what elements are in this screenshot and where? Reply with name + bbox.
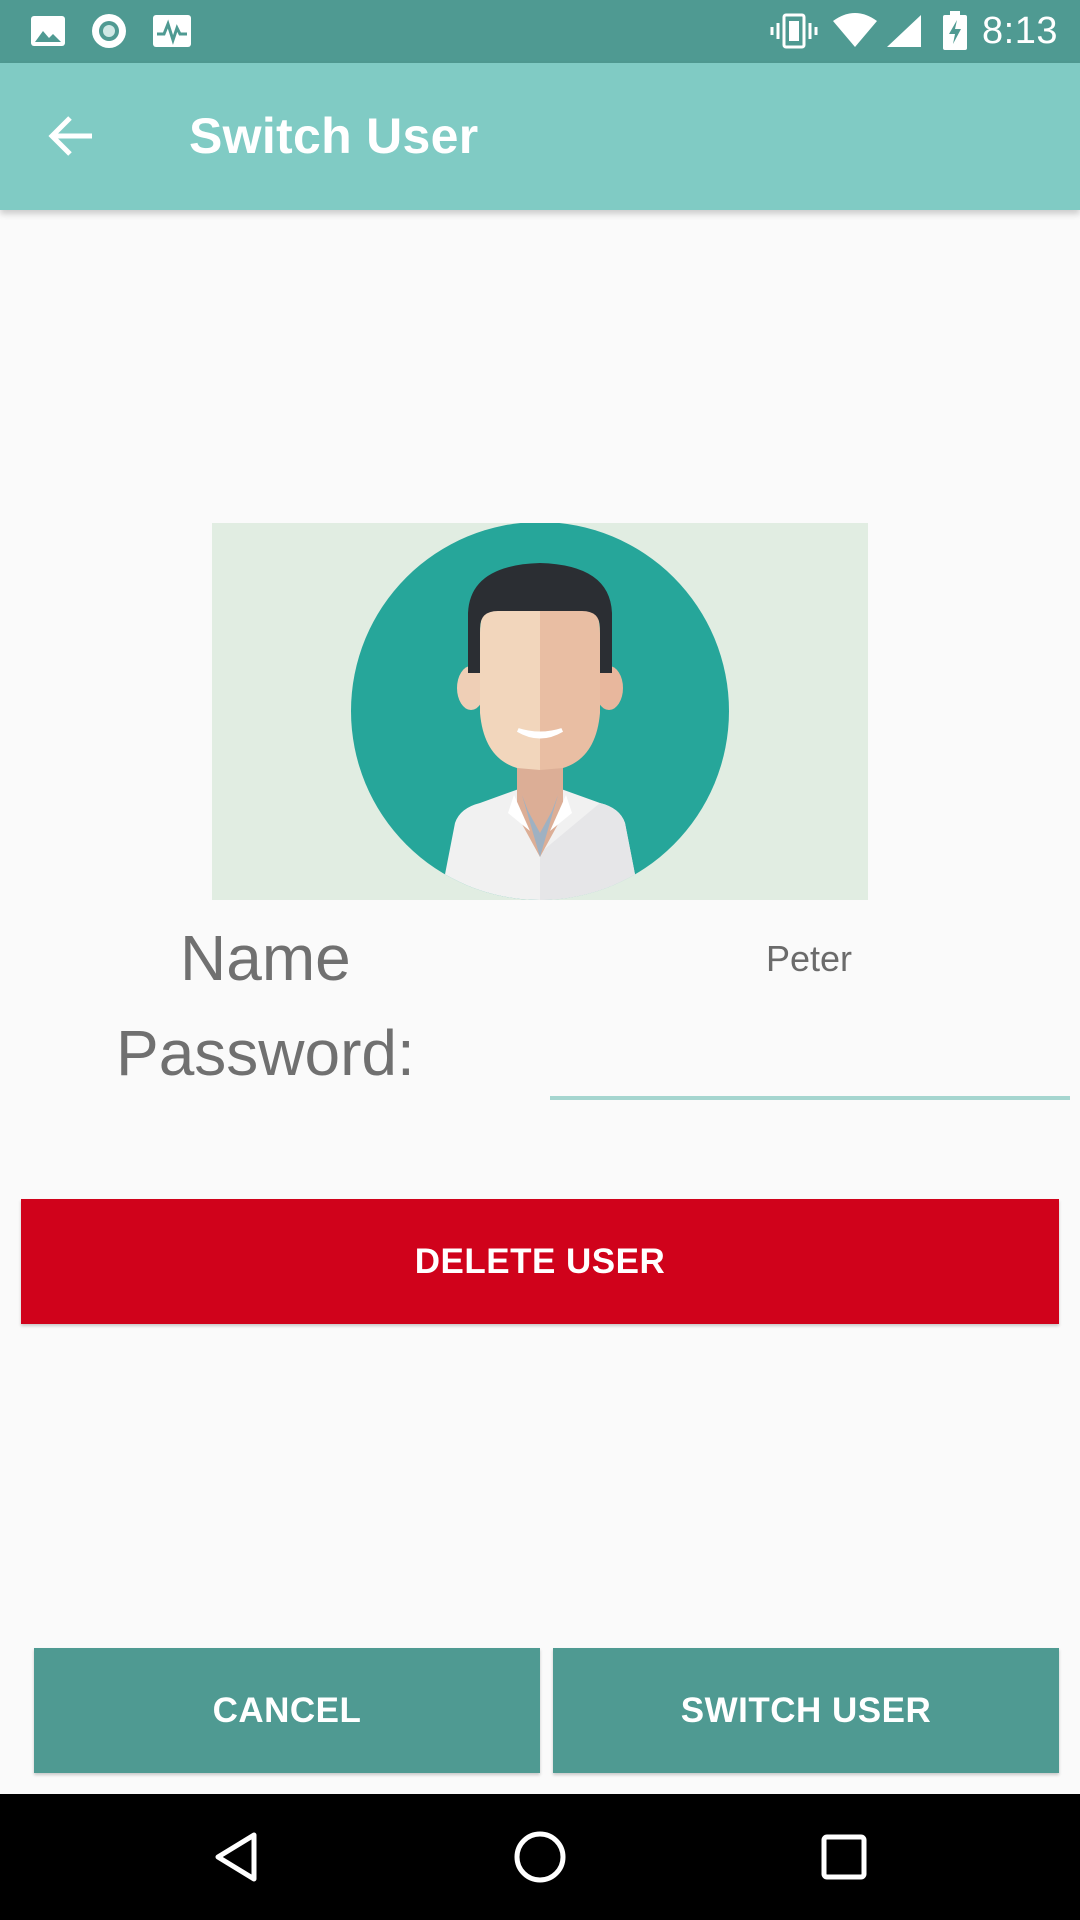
delete-user-button[interactable]: DELETE USER — [21, 1199, 1059, 1324]
activity-icon — [151, 12, 193, 50]
nav-home-button[interactable] — [500, 1817, 580, 1897]
name-value: Peter — [766, 938, 853, 979]
nav-recents-button[interactable] — [804, 1817, 884, 1897]
user-avatar-icon — [212, 523, 868, 900]
battery-charging-icon — [940, 11, 970, 50]
navigation-bar — [0, 1794, 1080, 1920]
switch-user-screen: 8:13 Switch User Name Peter Password: DE… — [0, 0, 1080, 1920]
page-title: Switch User — [189, 108, 479, 164]
signal-icon — [884, 12, 924, 50]
name-label: Name — [180, 922, 351, 994]
back-triangle-icon — [212, 1831, 260, 1883]
switch-user-button[interactable]: SWITCH USER — [553, 1648, 1059, 1773]
password-input[interactable] — [550, 1020, 1070, 1100]
cancel-button[interactable]: CANCEL — [34, 1648, 540, 1773]
image-icon — [28, 12, 68, 50]
home-circle-icon — [513, 1830, 567, 1884]
back-button[interactable] — [36, 100, 108, 172]
vibrate-icon — [770, 12, 818, 50]
app-bar: Switch User — [0, 63, 1080, 210]
status-time: 8:13 — [982, 10, 1058, 52]
password-label: Password: — [116, 1017, 415, 1089]
circle-record-icon — [89, 12, 129, 50]
nav-back-button[interactable] — [196, 1817, 276, 1897]
status-bar: 8:13 — [0, 0, 1080, 63]
avatar — [212, 523, 868, 900]
arrow-left-icon — [48, 114, 96, 158]
recents-square-icon — [820, 1833, 868, 1881]
wifi-icon — [832, 12, 878, 50]
